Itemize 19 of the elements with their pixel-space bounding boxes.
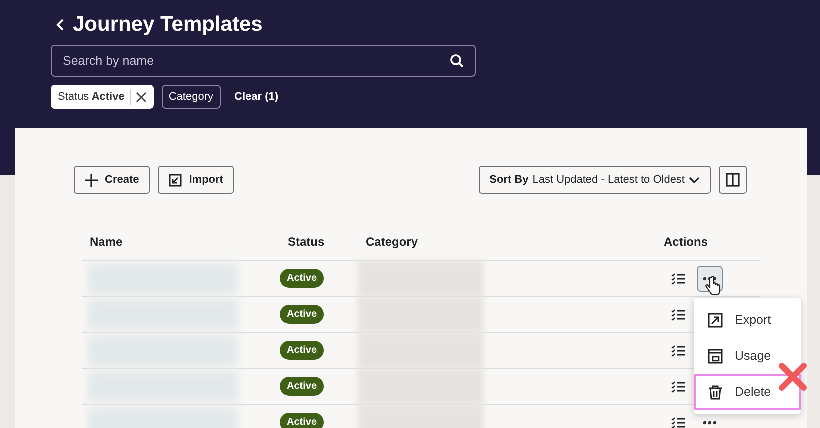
status-badge: Active bbox=[280, 341, 324, 360]
menu-item[interactable]: Usage bbox=[694, 338, 801, 374]
search-field[interactable]: Search by name bbox=[51, 45, 476, 78]
status-badge: Active bbox=[280, 269, 324, 288]
create-button[interactable]: Create bbox=[74, 166, 150, 194]
column-header: Actions bbox=[650, 224, 760, 261]
status-badge: Active bbox=[280, 305, 324, 324]
import-button[interactable]: Import bbox=[158, 166, 234, 194]
menu-item[interactable]: Export bbox=[694, 302, 801, 338]
clear-filters-link[interactable]: Clear (1) bbox=[228, 88, 285, 106]
filter-chip[interactable]: Status Active bbox=[51, 85, 154, 110]
sort-dropdown[interactable]: Sort By Last Updated - Latest to Oldest bbox=[478, 166, 711, 194]
page-title: Journey Templates bbox=[73, 12, 263, 38]
column-header: Name bbox=[82, 224, 280, 261]
menu-item[interactable]: Delete bbox=[694, 374, 801, 410]
status-badge: Active bbox=[280, 413, 324, 428]
column-header: Status bbox=[280, 224, 358, 261]
filter-chip[interactable]: Category bbox=[162, 85, 220, 110]
status-badge: Active bbox=[280, 377, 324, 396]
